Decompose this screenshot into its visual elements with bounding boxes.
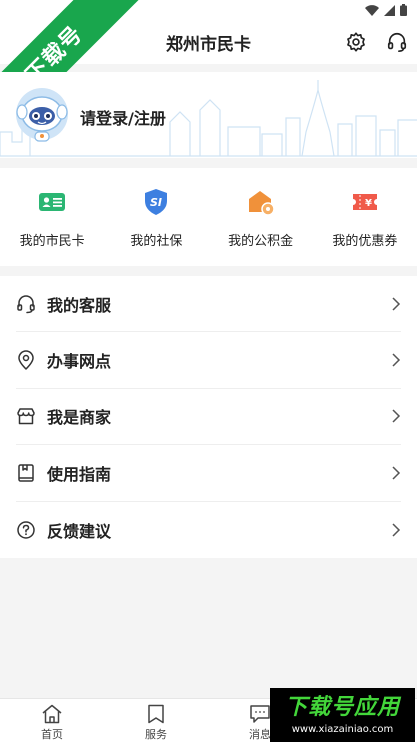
service-social-security[interactable]: SI 我的社保 [104, 168, 208, 266]
chevron-right-icon [392, 297, 401, 311]
login-register-link[interactable]: 请登录/注册 [80, 105, 166, 129]
service-citizen-card[interactable]: 我的市民卡 [0, 168, 104, 266]
tab-label: 首页 [41, 728, 63, 741]
coupon-ticket-icon: ¥ [352, 194, 377, 210]
tab-home[interactable]: 首页 [0, 699, 104, 742]
tab-services[interactable]: 服务 [104, 699, 208, 742]
settings-menu-list: 我的客服 办事网点 我是商家 使用指南 反馈建议 [0, 276, 417, 558]
location-pin-icon [18, 350, 34, 370]
wifi-icon [365, 4, 379, 16]
svg-text:¥: ¥ [365, 198, 372, 209]
menu-item-service-points[interactable]: 办事网点 [16, 332, 401, 389]
headset-icon [387, 32, 407, 52]
message-icon [250, 705, 270, 723]
tab-label: 消息 [249, 728, 271, 741]
menu-item-label: 反馈建议 [47, 521, 112, 541]
service-coupons[interactable]: ¥ 我的优惠券 [313, 168, 417, 266]
app-header: 郑州市民卡 [0, 20, 417, 64]
question-circle-icon [17, 521, 35, 539]
watermark-url: www.xiazainiao.com [291, 723, 394, 735]
signal-icon [384, 4, 395, 16]
status-bar [0, 0, 417, 20]
services-grid: 我的市民卡 SI 我的社保 我的公积金 ¥ 我的优惠券 [0, 168, 417, 266]
battery-icon [400, 4, 407, 16]
service-label: 我的社保 [130, 234, 183, 249]
tab-label: 服务 [145, 728, 167, 741]
service-label: 我的市民卡 [19, 234, 85, 249]
store-icon [17, 408, 35, 425]
menu-item-customer-service[interactable]: 我的客服 [16, 276, 401, 333]
customer-service-button[interactable] [383, 28, 411, 56]
menu-item-user-guide[interactable]: 使用指南 [16, 445, 401, 502]
menu-item-label: 我是商家 [47, 408, 112, 428]
chevron-right-icon [392, 523, 401, 537]
service-label: 我的公积金 [228, 234, 294, 249]
watermark-title: 下载号应用 [284, 694, 400, 720]
settings-button[interactable] [342, 28, 370, 56]
login-banner[interactable]: 请登录/注册 [0, 72, 417, 158]
menu-item-label: 办事网点 [47, 352, 112, 372]
guide-book-icon [18, 464, 34, 482]
gear-icon [347, 32, 365, 52]
service-housing-fund[interactable]: 我的公积金 [209, 168, 313, 266]
service-label: 我的优惠券 [332, 234, 398, 249]
home-icon [42, 704, 62, 724]
chevron-right-icon [392, 466, 401, 480]
menu-item-merchant[interactable]: 我是商家 [16, 389, 401, 446]
headset-icon [17, 294, 35, 313]
robot-mascot-avatar [16, 88, 68, 142]
menu-item-label: 使用指南 [47, 464, 112, 484]
social-security-shield-icon: SI [145, 189, 168, 215]
citizen-card-icon [39, 193, 66, 211]
menu-item-feedback[interactable]: 反馈建议 [16, 502, 401, 558]
housing-fund-icon [248, 191, 275, 216]
site-watermark: 下载号应用 www.xiazainiao.com [270, 688, 415, 742]
bookmark-icon [148, 704, 164, 724]
chevron-right-icon [392, 409, 401, 423]
menu-item-label: 我的客服 [47, 295, 112, 315]
chevron-right-icon [392, 353, 401, 367]
status-icons [365, 3, 407, 17]
svg-text:SI: SI [150, 196, 162, 209]
